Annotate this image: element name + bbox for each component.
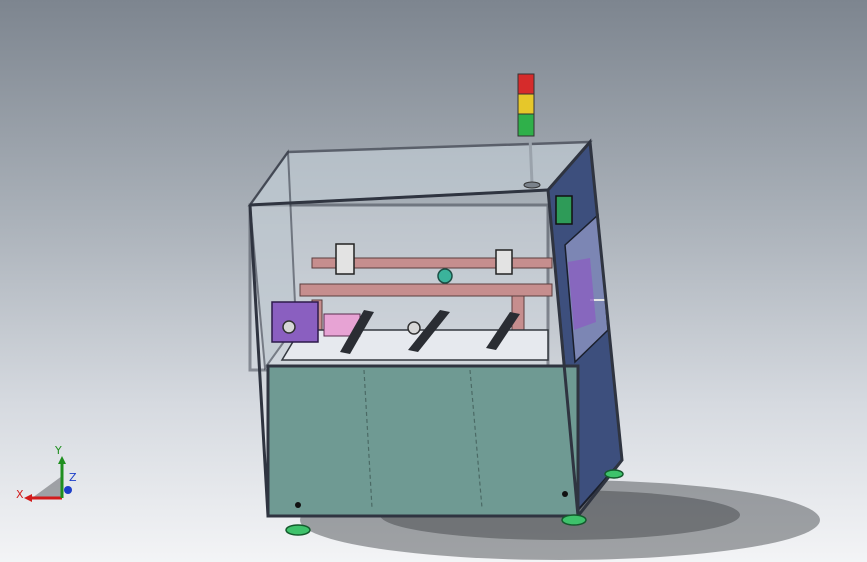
machine-model[interactable] (0, 0, 867, 562)
pick-head-right (495, 249, 513, 275)
lower-cabinet-panel[interactable] (266, 364, 580, 518)
coordinate-triad: X Y Z (10, 440, 90, 510)
foot-front-left (285, 524, 311, 536)
stack-light-base (523, 181, 541, 189)
foot-back-right (604, 469, 624, 479)
stack-light-pole (528, 135, 534, 185)
triad-x-label: X (16, 488, 24, 501)
triad-x-arrow (24, 494, 32, 502)
foot-front-right (561, 514, 587, 526)
panel-bolt-right (562, 491, 568, 497)
triad-y-label: Y (55, 444, 62, 457)
stack-light-red (517, 73, 535, 95)
stack-light-green (517, 113, 535, 137)
carriage-pulley (282, 320, 296, 334)
gantry-motor (437, 268, 453, 284)
gantry-beam-lower (299, 283, 553, 297)
hmi-screen[interactable] (555, 195, 573, 225)
slide-pulley (407, 321, 421, 335)
panel-bolt-left (295, 502, 301, 508)
triad-y-arrow (58, 456, 66, 464)
triad-base-shape (32, 476, 62, 498)
stack-light-yellow (517, 93, 535, 115)
pick-head-left (335, 243, 355, 275)
triad-z-label: Z (69, 471, 77, 484)
carriage-plate[interactable] (271, 301, 319, 343)
graphics-viewport[interactable]: X Y Z (0, 0, 867, 562)
triad-z-axis (64, 486, 72, 494)
